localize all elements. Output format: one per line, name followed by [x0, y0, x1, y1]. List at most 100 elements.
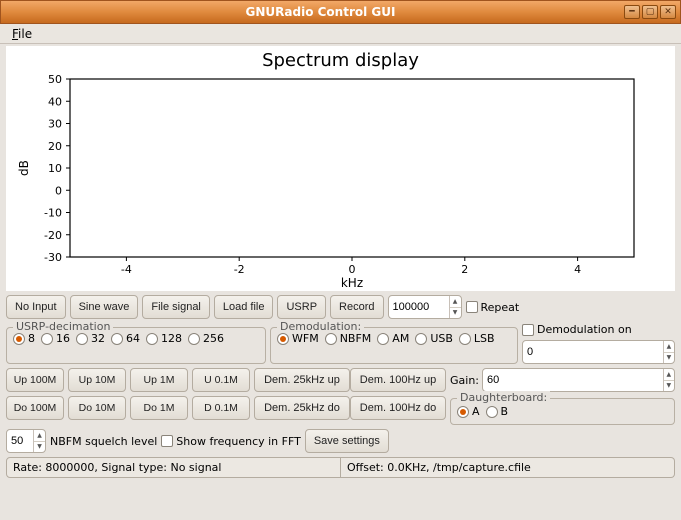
daughterboard-legend: Daughterboard:	[457, 391, 550, 404]
spectrum-chart: Spectrum display -30-20-1001020304050-4-…	[6, 46, 675, 291]
usrp-decimation-legend: USRP-decimation	[13, 320, 113, 333]
svg-text:2: 2	[461, 263, 468, 276]
decimation-radio-256[interactable]: 256	[188, 332, 224, 345]
daughterboard-radio-a[interactable]: A	[457, 405, 480, 418]
decimation-radio-label: 256	[203, 332, 224, 345]
demodulation-radio-label: WFM	[292, 332, 319, 345]
checkbox-icon	[522, 324, 534, 336]
offset-step-down[interactable]: ▼	[664, 353, 674, 364]
demodulation-legend: Demodulation:	[277, 320, 364, 333]
freq-step-up-button[interactable]: Up 100M	[6, 368, 64, 392]
dem-step-down-button[interactable]: Dem. 25kHz do	[254, 396, 350, 420]
offset-step-up[interactable]: ▲	[664, 341, 674, 353]
radio-icon	[325, 333, 337, 345]
freq-step-up[interactable]: ▲	[450, 296, 461, 308]
decimation-radio-label: 16	[56, 332, 70, 345]
decimation-radio-128[interactable]: 128	[146, 332, 182, 345]
gain-input[interactable]	[483, 369, 663, 391]
radio-icon	[277, 333, 289, 345]
svg-text:40: 40	[48, 95, 62, 108]
usrp-decimation-group: USRP-decimation 8163264128256	[6, 327, 266, 364]
dem-step-up-button[interactable]: Dem. 25kHz up	[254, 368, 350, 392]
decimation-radio-label: 8	[28, 332, 35, 345]
svg-text:-10: -10	[44, 207, 62, 220]
daughterboard-radio-label: B	[501, 405, 509, 418]
status-right: Offset: 0.0KHz, /tmp/capture.cfile	[341, 457, 675, 478]
radio-icon	[457, 406, 469, 418]
freq-step-down-button[interactable]: Do 100M	[6, 396, 64, 420]
decimation-radio-32[interactable]: 32	[76, 332, 105, 345]
radio-icon	[415, 333, 427, 345]
frequency-spinner[interactable]: ▲▼	[388, 295, 462, 319]
gain-step-down[interactable]: ▼	[664, 381, 674, 392]
no-input-button[interactable]: No Input	[6, 295, 66, 319]
minimize-button[interactable]: ━	[624, 5, 640, 19]
gain-step-up[interactable]: ▲	[664, 369, 674, 381]
demodulation-radio-label: AM	[392, 332, 409, 345]
svg-text:10: 10	[48, 162, 62, 175]
demodulation-radio-label: LSB	[474, 332, 495, 345]
checkbox-icon	[466, 301, 478, 313]
gain-spinner[interactable]: ▲▼	[482, 368, 675, 392]
radio-icon	[41, 333, 53, 345]
radio-icon	[13, 333, 25, 345]
svg-text:50: 50	[48, 73, 62, 86]
freq-step-down-button[interactable]: Do 1M	[130, 396, 188, 420]
freq-step-down-button[interactable]: D 0.1M	[192, 396, 250, 420]
menu-file[interactable]: File	[6, 25, 38, 43]
repeat-checkbox[interactable]: Repeat	[466, 301, 520, 314]
squelch-input[interactable]	[7, 430, 33, 452]
dem-step-down-button[interactable]: Dem. 100Hz do	[350, 396, 446, 420]
decimation-radio-label: 128	[161, 332, 182, 345]
load-file-button[interactable]: Load file	[214, 295, 274, 319]
svg-text:-20: -20	[44, 229, 62, 242]
file-signal-button[interactable]: File signal	[142, 295, 210, 319]
decimation-radio-16[interactable]: 16	[41, 332, 70, 345]
squelch-step-up[interactable]: ▲	[34, 430, 45, 442]
show-frequency-checkbox[interactable]: Show frequency in FFT	[161, 435, 301, 448]
freq-step-up-button[interactable]: Up 10M	[68, 368, 126, 392]
dem-step-up-button[interactable]: Dem. 100Hz up	[350, 368, 446, 392]
svg-text:-4: -4	[121, 263, 132, 276]
svg-text:-2: -2	[234, 263, 245, 276]
svg-text:0: 0	[55, 184, 62, 197]
svg-text:0: 0	[349, 263, 356, 276]
status-bar: Rate: 8000000, Signal type: No signal Of…	[6, 457, 675, 478]
radio-icon	[146, 333, 158, 345]
radio-icon	[188, 333, 200, 345]
freq-step-up-button[interactable]: U 0.1M	[192, 368, 250, 392]
squelch-step-down[interactable]: ▼	[34, 442, 45, 453]
demodulation-on-checkbox[interactable]: Demodulation on	[522, 323, 675, 336]
freq-step-up-button[interactable]: Up 1M	[130, 368, 188, 392]
close-button[interactable]: ✕	[660, 5, 676, 19]
checkbox-icon	[161, 435, 173, 447]
demodulation-radio-nbfm[interactable]: NBFM	[325, 332, 372, 345]
maximize-button[interactable]: ▢	[642, 5, 658, 19]
svg-text:20: 20	[48, 140, 62, 153]
freq-step-down-button[interactable]: Do 10M	[68, 396, 126, 420]
demodulation-radio-am[interactable]: AM	[377, 332, 409, 345]
frequency-input[interactable]	[389, 296, 449, 318]
svg-text:kHz: kHz	[341, 276, 363, 290]
squelch-spinner[interactable]: ▲▼	[6, 429, 46, 453]
svg-text:-30: -30	[44, 251, 62, 264]
daughterboard-radio-b[interactable]: B	[486, 405, 509, 418]
sine-wave-button[interactable]: Sine wave	[70, 295, 139, 319]
save-settings-button[interactable]: Save settings	[305, 429, 389, 453]
demodulation-offset-input[interactable]	[523, 341, 663, 363]
demodulation-radio-usb[interactable]: USB	[415, 332, 453, 345]
usrp-button[interactable]: USRP	[277, 295, 326, 319]
demodulation-offset-spinner[interactable]: ▲▼	[522, 340, 675, 364]
demodulation-radio-wfm[interactable]: WFM	[277, 332, 319, 345]
decimation-radio-8[interactable]: 8	[13, 332, 35, 345]
radio-icon	[459, 333, 471, 345]
gain-label: Gain:	[450, 374, 479, 387]
freq-step-down[interactable]: ▼	[450, 308, 461, 319]
record-button[interactable]: Record	[330, 295, 383, 319]
daughterboard-radio-label: A	[472, 405, 480, 418]
decimation-radio-label: 32	[91, 332, 105, 345]
demodulation-radio-lsb[interactable]: LSB	[459, 332, 495, 345]
squelch-label: NBFM squelch level	[50, 435, 157, 448]
demodulation-on-label: Demodulation on	[537, 323, 632, 336]
decimation-radio-64[interactable]: 64	[111, 332, 140, 345]
